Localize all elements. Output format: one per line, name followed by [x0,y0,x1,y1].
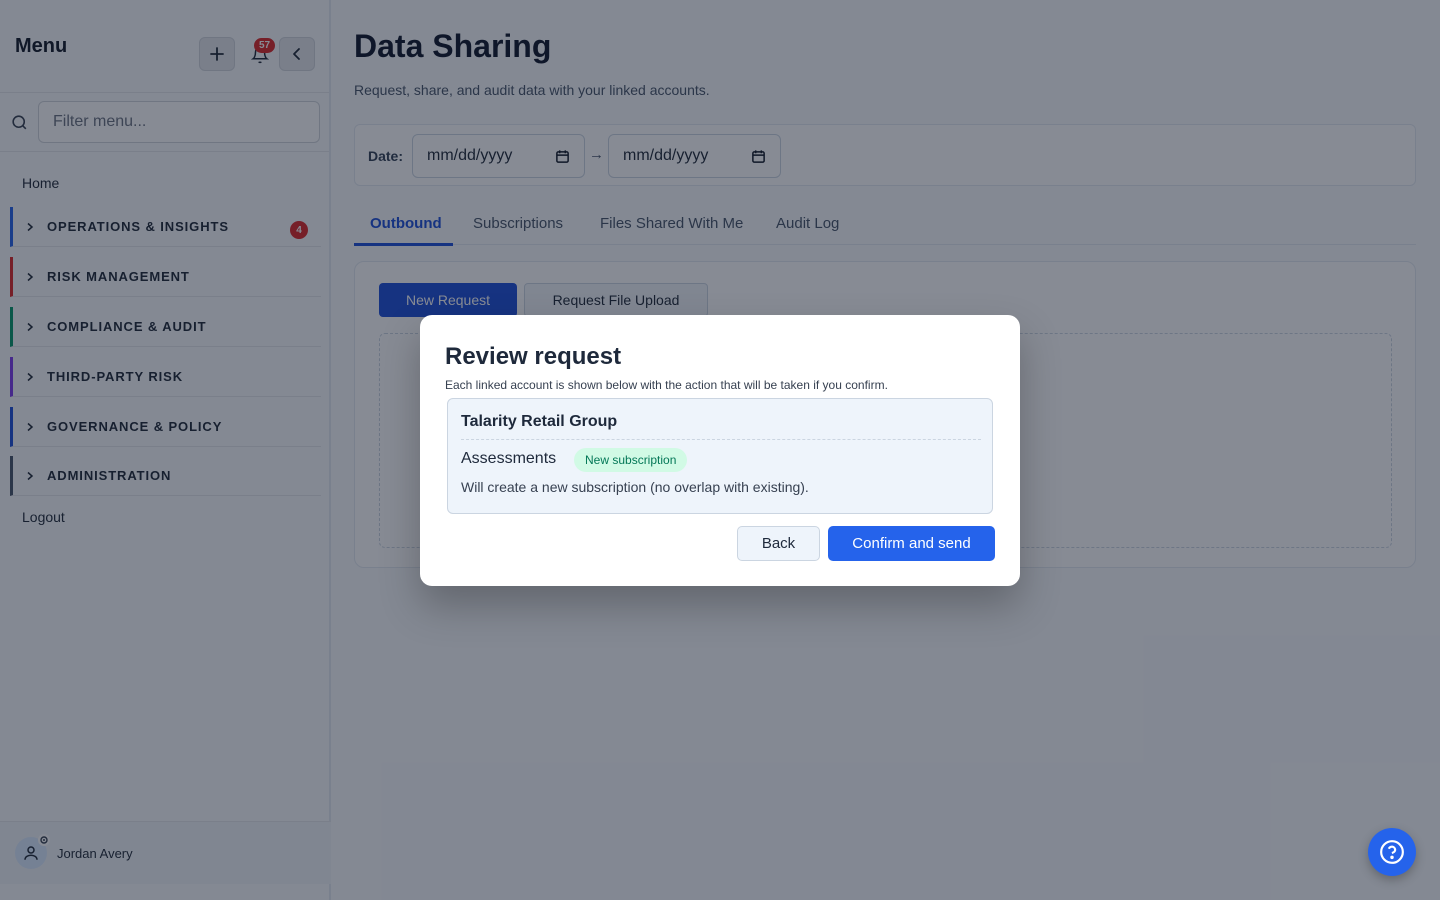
help-icon [1380,840,1404,864]
data-item-name: Assessments [461,450,557,467]
back-button[interactable]: Back [737,526,820,561]
divider [461,439,981,440]
status-badge: New subscription [574,448,688,472]
action-description: Will create a new subscription (no overl… [461,479,809,495]
review-request-dialog: Review request Each linked account is sh… [420,315,1020,586]
dialog-title: Review request [445,343,622,370]
dialog-description: Each linked account is shown below with … [445,378,888,392]
help-button[interactable] [1368,828,1416,876]
linked-account-card: Talarity Retail Group Assessments New su… [447,398,993,514]
confirm-and-send-button[interactable]: Confirm and send [828,526,995,561]
account-name: Talarity Retail Group [461,413,618,430]
